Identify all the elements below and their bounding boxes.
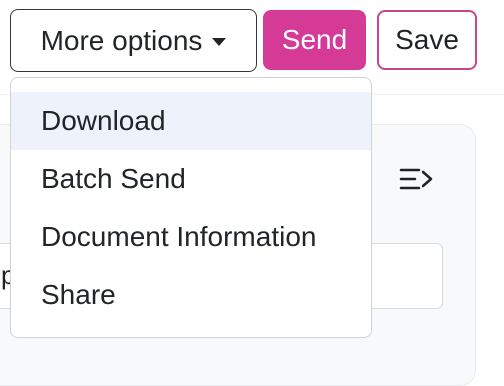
collapse-panel-icon[interactable] <box>399 163 435 193</box>
send-button[interactable]: Send <box>263 10 366 70</box>
dropdown-item-share[interactable]: Share <box>11 266 371 324</box>
save-button[interactable]: Save <box>377 10 477 70</box>
dropdown-item-batch-send[interactable]: Batch Send <box>11 150 371 208</box>
more-options-button[interactable]: More options <box>10 9 257 72</box>
dropdown-item-document-information[interactable]: Document Information <box>11 208 371 266</box>
more-options-label: More options <box>40 24 203 56</box>
dropdown-item-label: Share <box>41 279 116 310</box>
caret-down-icon <box>212 38 227 46</box>
dropdown-item-label: Document Information <box>41 221 317 252</box>
save-label: Save <box>395 24 459 55</box>
more-options-dropdown: Download Batch Send Document Information… <box>10 77 372 338</box>
dropdown-item-label: Download <box>41 105 166 136</box>
dropdown-item-label: Batch Send <box>41 163 186 194</box>
send-label: Send <box>281 24 348 55</box>
dropdown-item-download[interactable]: Download <box>11 92 371 150</box>
